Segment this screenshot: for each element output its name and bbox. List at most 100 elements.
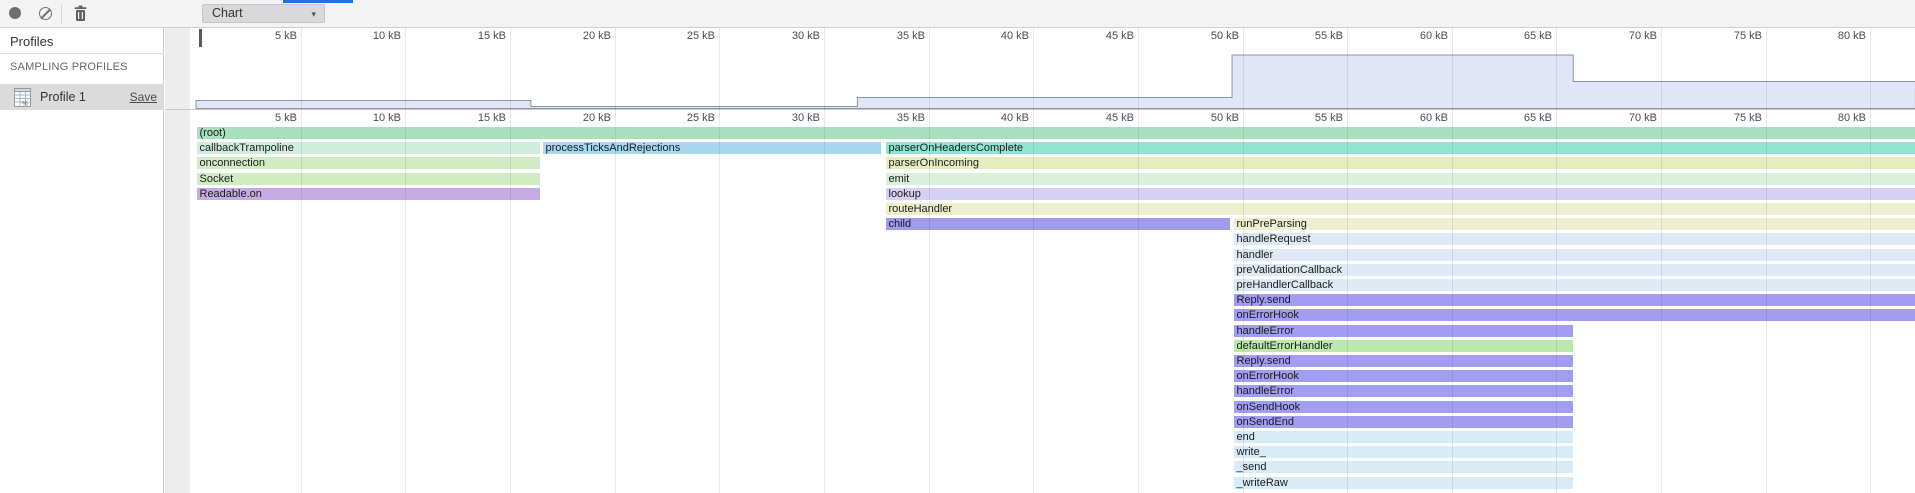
flame-block[interactable]: Readable.on (197, 188, 540, 200)
flame-block[interactable]: callbackTrampoline (197, 142, 540, 154)
record-icon[interactable] (9, 7, 21, 19)
profile-document-icon: % (14, 88, 31, 112)
overview-ruler-tick-label: 25 kB (639, 30, 715, 42)
overview-ruler-tick-label: 35 kB (849, 30, 925, 42)
gridline (1033, 27, 1034, 493)
flame-ruler-tick-label: 65 kB (1476, 112, 1552, 124)
flame-ruler-tick-label: 70 kB (1581, 112, 1657, 124)
overview-ruler-tick-label: 50 kB (1163, 30, 1239, 42)
flame-block[interactable]: runPreParsing (1234, 218, 1915, 230)
flame-block[interactable]: (root) (197, 127, 1915, 139)
gridline (719, 27, 720, 493)
gridline (1766, 27, 1767, 493)
gridline (510, 27, 511, 493)
flame-block[interactable]: Reply.send (1234, 294, 1915, 306)
flame-block[interactable]: defaultErrorHandler (1234, 340, 1573, 352)
flame-block[interactable]: routeHandler (886, 203, 1915, 215)
flame-block[interactable]: onErrorHook (1234, 309, 1915, 321)
gridline (1870, 27, 1871, 493)
overview-ruler-tick-label: 10 kB (325, 30, 401, 42)
overview-ruler-tick-label: 15 kB (430, 30, 506, 42)
toolbar-separator (61, 4, 62, 23)
sidebar-title: Profiles (10, 34, 53, 49)
trash-icon[interactable] (73, 5, 88, 27)
gridline (1556, 27, 1557, 493)
ruler-origin-tick (199, 29, 202, 47)
flame-block[interactable]: onSendHook (1234, 401, 1573, 413)
flame-block[interactable]: _writeRaw (1234, 477, 1573, 489)
flame-ruler-tick-label: 15 kB (430, 112, 506, 124)
flame-block[interactable]: child (886, 218, 1230, 230)
flame-block[interactable]: end (1234, 431, 1573, 443)
overview-ruler-tick-label: 20 kB (535, 30, 611, 42)
overview-ruler-tick-label: 75 kB (1686, 30, 1762, 42)
flame-block[interactable]: Socket (197, 173, 540, 185)
profile-name: Profile 1 (40, 90, 86, 104)
flame-block[interactable]: parserOnIncoming (886, 157, 1915, 169)
flame-ruler-tick-label: 45 kB (1058, 112, 1134, 124)
gridline (405, 27, 406, 493)
gridline (929, 27, 930, 493)
overview-ruler-tick-label: 80 kB (1790, 30, 1866, 42)
flame-block[interactable]: onSendEnd (1234, 416, 1573, 428)
overview-ruler-divider (165, 109, 1915, 110)
overview-ruler-tick-label: 65 kB (1476, 30, 1552, 42)
save-link[interactable]: Save (130, 90, 157, 104)
sidebar-item-profile-1[interactable]: % Profile 1 Save (0, 84, 164, 110)
heap-profiler-panel: Chart ▾ Profiles SAMPLING PROFILES % (0, 0, 1915, 493)
flame-block[interactable]: _send (1234, 461, 1573, 473)
clear-all-icon[interactable] (39, 7, 52, 20)
flame-ruler-tick-label: 5 kB (221, 112, 297, 124)
flame-block[interactable]: handleError (1234, 385, 1573, 397)
overview-ruler-tick-label: 40 kB (953, 30, 1029, 42)
view-mode-value: Chart (212, 6, 243, 20)
flame-ruler-tick-label: 75 kB (1686, 112, 1762, 124)
chevron-down-icon: ▾ (311, 6, 316, 23)
flame-ruler-tick-label: 20 kB (535, 112, 611, 124)
overview-ruler-tick-label: 60 kB (1372, 30, 1448, 42)
flame-block[interactable]: onErrorHook (1234, 370, 1573, 382)
sidebar: Profiles SAMPLING PROFILES % Profile 1 S… (0, 27, 164, 493)
view-mode-select[interactable]: Chart ▾ (202, 4, 325, 23)
overview-ruler-tick-label: 30 kB (744, 30, 820, 42)
flame-ruler-tick-label: 60 kB (1372, 112, 1448, 124)
toolbar: Chart ▾ (0, 0, 1915, 28)
flame-ruler-tick-label: 80 kB (1790, 112, 1866, 124)
flame-block[interactable]: processTicksAndRejections (543, 142, 881, 154)
flame-block[interactable]: preValidationCallback (1234, 264, 1915, 276)
active-tab-indicator (283, 0, 353, 3)
sampling-profiles-section-label: SAMPLING PROFILES (10, 61, 128, 73)
flame-ruler-tick-label: 50 kB (1163, 112, 1239, 124)
flame-ruler-tick-label: 30 kB (744, 112, 820, 124)
flame-ruler-tick-label: 55 kB (1267, 112, 1343, 124)
overview-ruler-tick-label: 5 kB (221, 30, 297, 42)
gridline (1138, 27, 1139, 493)
overview-depth-silhouette[interactable] (0, 0, 1915, 493)
gridline (1243, 27, 1244, 493)
gridline (615, 27, 616, 493)
flame-block[interactable]: write_ (1234, 446, 1573, 458)
gridline (301, 27, 302, 493)
flame-block[interactable]: preHandlerCallback (1234, 279, 1915, 291)
gridline (824, 27, 825, 493)
gridline (1452, 27, 1453, 493)
flame-ruler-tick-label: 35 kB (849, 112, 925, 124)
flame-block[interactable]: Reply.send (1234, 355, 1573, 367)
flame-block[interactable]: handler (1234, 249, 1915, 261)
flame-ruler-tick-label: 10 kB (325, 112, 401, 124)
svg-text:%: % (22, 101, 28, 108)
gridline (1347, 27, 1348, 493)
flame-ruler-tick-label: 40 kB (953, 112, 1029, 124)
flame-block[interactable]: emit (886, 173, 1915, 185)
flame-block[interactable]: parserOnHeadersComplete (886, 142, 1915, 154)
flame-block[interactable]: handleError (1234, 325, 1573, 337)
flame-block[interactable]: lookup (886, 188, 1915, 200)
sidebar-divider (0, 53, 164, 54)
overview-ruler-tick-label: 70 kB (1581, 30, 1657, 42)
gridline (1661, 27, 1662, 493)
overview-ruler-tick-label: 55 kB (1267, 30, 1343, 42)
overview-ruler-tick-label: 45 kB (1058, 30, 1134, 42)
flame-block[interactable]: handleRequest (1234, 233, 1915, 245)
flame-block[interactable]: onconnection (197, 157, 540, 169)
flame-ruler-tick-label: 25 kB (639, 112, 715, 124)
